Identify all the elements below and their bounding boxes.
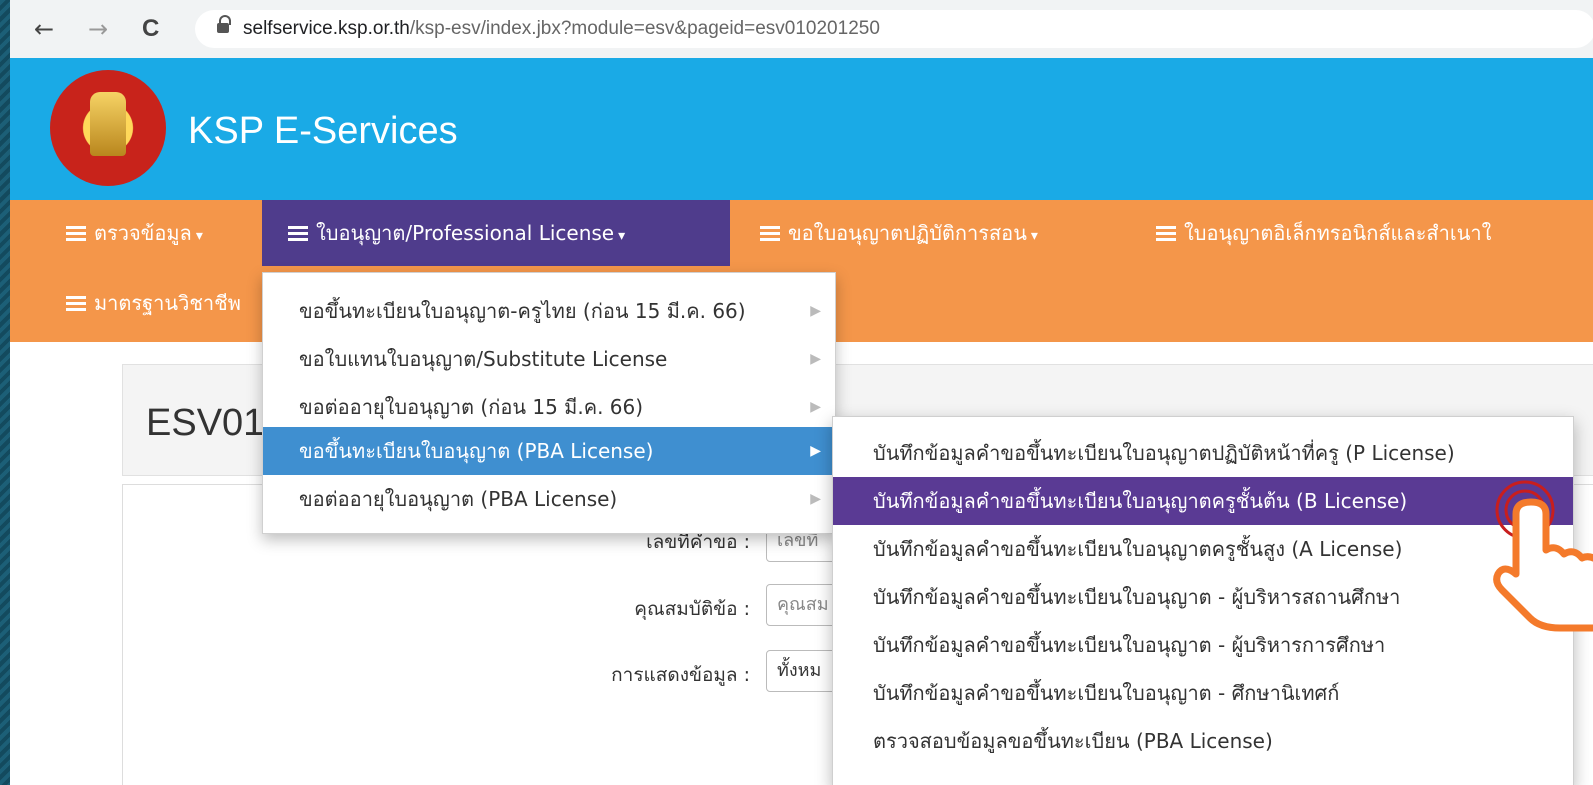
back-arrow-icon[interactable]: ← — [34, 12, 54, 46]
reload-icon[interactable]: C — [142, 12, 159, 46]
dropdown-item-substitute[interactable]: ขอใบแทนใบอนุญาต/Substitute License ▶ — [263, 335, 835, 383]
dropdown-item-register-thai[interactable]: ขอขึ้นทะเบียนใบอนุญาต-ครูไทย (ก่อน 15 มี… — [263, 287, 835, 335]
address-bar: ← → C selfservice.ksp.or.th/ksp-esv/inde… — [10, 0, 1593, 58]
menu-label: ตรวจข้อมูล — [94, 221, 192, 245]
url-text: selfservice.ksp.or.th/ksp-esv/index.jbx?… — [243, 18, 880, 40]
menu-list-icon — [288, 226, 308, 241]
lock-icon — [217, 15, 231, 35]
chevron-right-icon: ▶ — [810, 399, 821, 415]
site-header: KSP E-Services — [10, 58, 1593, 200]
item-label: ขอต่ออายุใบอนุญาต (ก่อน 15 มี.ค. 66) — [299, 395, 644, 419]
menu-professional-standards[interactable]: มาตรฐานวิชาชีพ — [66, 270, 241, 336]
menu-teaching-permit[interactable]: ขอใบอนุญาตปฏิบัติการสอน ▾ — [760, 200, 1038, 266]
menu-label: ใบอนุญาตอิเล็กทรอนิกส์และสำเนาใ — [1184, 221, 1492, 245]
forward-arrow-icon[interactable]: → — [88, 12, 108, 46]
submenu-item-education-admin[interactable]: บันทึกข้อมูลคำขอขึ้นทะเบียนใบอนุญาต - ผู… — [833, 621, 1573, 669]
menu-label: ใบอนุญาต/Professional License — [316, 221, 615, 245]
site-brand[interactable]: KSP E-Services — [188, 110, 458, 153]
chevron-right-icon: ▶ — [810, 443, 821, 459]
menu-list-icon — [66, 226, 86, 241]
caret-down-icon: ▾ — [1030, 228, 1038, 244]
submenu-item-b-license[interactable]: บันทึกข้อมูลคำขอขึ้นทะเบียนใบอนุญาตครูชั… — [833, 477, 1573, 525]
item-label: ขอขึ้นทะเบียนใบอนุญาต-ครูไทย (ก่อน 15 มี… — [299, 299, 746, 323]
menu-professional-license[interactable]: ใบอนุญาต/Professional License ▾ — [262, 200, 730, 266]
url-field[interactable]: selfservice.ksp.or.th/ksp-esv/index.jbx?… — [195, 10, 1593, 48]
menu-label: ขอใบอนุญาตปฏิบัติการสอน — [788, 221, 1027, 245]
item-label: ขอขึ้นทะเบียนใบอนุญาต (PBA License) — [299, 439, 654, 463]
caret-down-icon: ▾ — [618, 228, 626, 244]
url-host: selfservice.ksp.or.th — [243, 18, 410, 39]
chevron-right-icon: ▶ — [810, 351, 821, 367]
menu-list-icon — [760, 226, 780, 241]
submenu-item-a-license[interactable]: บันทึกข้อมูลคำขอขึ้นทะเบียนใบอนุญาตครูชั… — [833, 525, 1573, 573]
menu-e-license[interactable]: ใบอนุญาตอิเล็กทรอนิกส์และสำเนาใ — [1156, 200, 1491, 266]
seal-logo-icon[interactable] — [50, 70, 166, 186]
dropdown-item-renew[interactable]: ขอต่ออายุใบอนุญาต (ก่อน 15 มี.ค. 66) ▶ — [263, 383, 835, 431]
chevron-right-icon: ▶ — [810, 491, 821, 507]
menu-check-data[interactable]: ตรวจข้อมูล ▾ — [66, 200, 203, 266]
browser-window: ← → C selfservice.ksp.or.th/ksp-esv/inde… — [10, 0, 1593, 785]
caret-down-icon: ▾ — [195, 228, 203, 244]
pba-submenu: บันทึกข้อมูลคำขอขึ้นทะเบียนใบอนุญาตปฏิบั… — [832, 416, 1574, 785]
menu-label: มาตรฐานวิชาชีพ — [94, 291, 241, 315]
page-title: ESV01 — [146, 402, 265, 444]
submenu-item-p-license[interactable]: บันทึกข้อมูลคำขอขึ้นทะเบียนใบอนุญาตปฏิบั… — [833, 429, 1573, 477]
dropdown-item-renew-pba[interactable]: ขอต่ออายุใบอนุญาต (PBA License) ▶ — [263, 475, 835, 523]
menu-list-icon — [66, 296, 86, 311]
item-label: ขอใบแทนใบอนุญาต/Substitute License — [299, 347, 668, 371]
license-dropdown: ขอขึ้นทะเบียนใบอนุญาต-ครูไทย (ก่อน 15 มี… — [262, 272, 836, 534]
chevron-right-icon: ▶ — [810, 303, 821, 319]
dropdown-item-register-pba[interactable]: ขอขึ้นทะเบียนใบอนุญาต (PBA License) ▶ — [263, 427, 835, 475]
hand-pointer-icon — [1493, 480, 1593, 632]
display-label: การแสดงข้อมูล : — [611, 664, 750, 686]
qualification-label: คุณสมบัติข้อ : — [634, 598, 750, 620]
url-path: /ksp-esv/index.jbx?module=esv&pageid=esv… — [409, 18, 880, 39]
submenu-item-supervisor[interactable]: บันทึกข้อมูลคำขอขึ้นทะเบียนใบอนุญาต - ศึ… — [833, 669, 1573, 717]
submenu-item-check-pba[interactable]: ตรวจสอบข้อมูลขอขึ้นทะเบียน (PBA License) — [833, 717, 1573, 765]
menu-list-icon — [1156, 226, 1176, 241]
item-label: ขอต่ออายุใบอนุญาต (PBA License) — [299, 487, 618, 511]
submenu-item-school-admin[interactable]: บันทึกข้อมูลคำขอขึ้นทะเบียนใบอนุญาต - ผู… — [833, 573, 1573, 621]
